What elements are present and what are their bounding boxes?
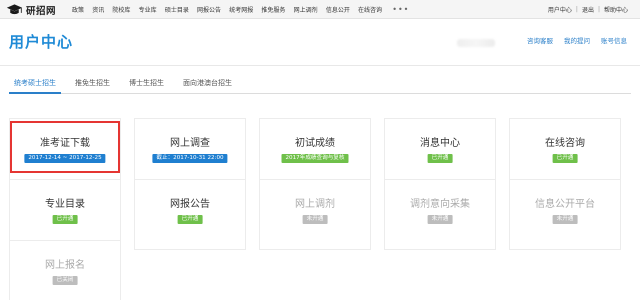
tab-doctoral[interactable]: 博士生招生	[124, 74, 169, 94]
status-badge: 已开通	[177, 215, 203, 224]
status-badge: 未开通	[552, 215, 578, 224]
nav-item-registration-notice[interactable]: 网报公告	[197, 5, 221, 14]
card-online-adjustment[interactable]: 网上调剂 未开通	[259, 179, 371, 250]
logout-link[interactable]: 退出	[582, 5, 594, 14]
nav-item-recommendation[interactable]: 推免服务	[261, 5, 285, 14]
blurred-username	[457, 39, 495, 47]
tab-unified-masters[interactable]: 统考硕士招生	[9, 74, 61, 94]
status-badge: 已开通	[52, 215, 78, 224]
status-badge: 已关闭	[52, 276, 78, 285]
card-adjustment-intent[interactable]: 调剂意向采集 未开通	[384, 179, 496, 250]
site-logo[interactable]: 研招网	[6, 2, 56, 17]
help-center-link[interactable]: 帮助中心	[604, 5, 628, 14]
nav-item-exam-registration[interactable]: 统考网报	[229, 5, 253, 14]
card-online-registration[interactable]: 网上报名 已关闭	[9, 240, 121, 300]
more-menu-icon[interactable]: •••	[392, 5, 409, 14]
nav-item-online-consult[interactable]: 在线咨询	[358, 5, 382, 14]
account-info-link[interactable]: 账号信息	[601, 35, 627, 45]
nav-item-info-disclosure[interactable]: 信息公开	[326, 5, 350, 14]
nav-item-news[interactable]: 资讯	[92, 5, 104, 14]
card-title: 专业目录	[45, 199, 85, 210]
card-title: 网上报名	[45, 260, 85, 271]
card-title: 网报公告	[170, 199, 210, 210]
status-badge: 已开通	[552, 154, 578, 163]
enrollment-tabs: 统考硕士招生 推免生招生 博士生招生 面向港澳台招生	[9, 74, 631, 94]
my-questions-link[interactable]: 我的提问	[564, 35, 590, 45]
header-links: 咨询客服 我的提问 账号信息	[516, 35, 627, 45]
status-badge: 未开通	[427, 215, 453, 224]
separator: |	[575, 6, 578, 13]
card-title: 调剂意向采集	[410, 199, 470, 210]
page-title: 用户中心	[9, 33, 74, 51]
nav-item-masters-catalog[interactable]: 硕士目录	[165, 5, 189, 14]
status-badge: 截止：2017-10-31 22:00	[152, 154, 228, 163]
user-center-link[interactable]: 用户中心	[548, 5, 572, 14]
logo-text: 研招网	[26, 5, 57, 17]
customer-service-link[interactable]: 咨询客服	[527, 35, 553, 45]
status-badge: 已开通	[427, 154, 453, 163]
main-nav: 政策 资讯 院校库 专业库 硕士目录 网报公告 统考网报 推免服务 网上调剂 信…	[72, 0, 409, 19]
top-navigation-bar: 研招网 政策 资讯 院校库 专业库 硕士目录 网报公告 统考网报 推免服务 网上…	[0, 0, 640, 19]
card-title: 信息公开平台	[535, 199, 595, 210]
nav-item-policy[interactable]: 政策	[72, 5, 84, 14]
highlight-frame	[10, 121, 120, 173]
card-info-disclosure[interactable]: 信息公开平台 未开通	[509, 179, 621, 250]
status-badge: 未开通	[302, 215, 328, 224]
nav-item-schools[interactable]: 院校库	[112, 5, 130, 14]
separator: |	[597, 6, 600, 13]
graduation-cap-icon	[6, 4, 23, 15]
nav-item-adjustment[interactable]: 网上调剂	[294, 5, 318, 14]
card-title: 网上调查	[170, 138, 210, 149]
card-registration-notice[interactable]: 网报公告 已开通	[134, 179, 246, 250]
top-right-links: 用户中心 | 退出 | 帮助中心	[548, 0, 628, 19]
card-title: 消息中心	[420, 138, 460, 149]
nav-item-majors[interactable]: 专业库	[139, 5, 157, 14]
tab-hk-macao-taiwan[interactable]: 面向港澳台招生	[178, 74, 237, 94]
card-title: 初试成绩	[295, 138, 335, 149]
page-header: 用户中心 咨询客服 我的提问 账号信息	[0, 20, 640, 66]
tab-recommended[interactable]: 推免生招生	[70, 74, 115, 94]
status-badge: 2017年成绩查询与复核	[281, 154, 349, 163]
card-title: 网上调剂	[295, 199, 335, 210]
card-title: 在线咨询	[545, 138, 585, 149]
